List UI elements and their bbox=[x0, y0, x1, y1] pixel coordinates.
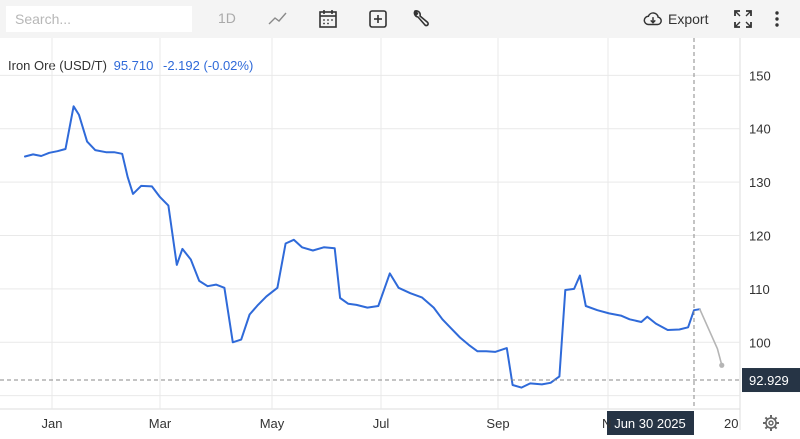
projection-line bbox=[698, 308, 723, 367]
chart-grid bbox=[0, 38, 741, 430]
y-tick-label: 110 bbox=[749, 282, 770, 297]
chart-series bbox=[24, 105, 725, 389]
x-tick-label: May bbox=[260, 416, 285, 431]
x-tick-label: Jan bbox=[42, 416, 63, 431]
x-tick-label: Jul bbox=[373, 416, 390, 431]
price-line bbox=[24, 105, 701, 389]
crosshair-price-label: 92.929 bbox=[749, 373, 789, 388]
x-tick-label-year-partial: 20 bbox=[724, 416, 738, 431]
x-tick-label: Sep bbox=[486, 416, 509, 431]
crosshair-date-label: Jun 30 2025 bbox=[614, 416, 686, 431]
chart-tick-labels: 100 110 120 130 140 150 Jan Mar May Jul Sep bbox=[42, 68, 771, 431]
y-tick-label: 130 bbox=[749, 175, 771, 190]
y-tick-label: 100 bbox=[749, 335, 771, 350]
gear-icon[interactable] bbox=[763, 415, 779, 431]
last-point-marker bbox=[719, 362, 725, 368]
crosshair: 92.929 Jun 30 2025 N 20 bbox=[0, 38, 800, 435]
y-tick-label: 140 bbox=[749, 122, 771, 137]
price-chart[interactable]: 100 110 120 130 140 150 Jan Mar May Jul Sep 92.929… bbox=[0, 0, 800, 439]
y-tick-label: 150 bbox=[749, 68, 771, 83]
y-tick-label: 120 bbox=[749, 229, 771, 244]
x-tick-label: Mar bbox=[149, 416, 172, 431]
x-tick-label-partial: N bbox=[602, 416, 611, 431]
